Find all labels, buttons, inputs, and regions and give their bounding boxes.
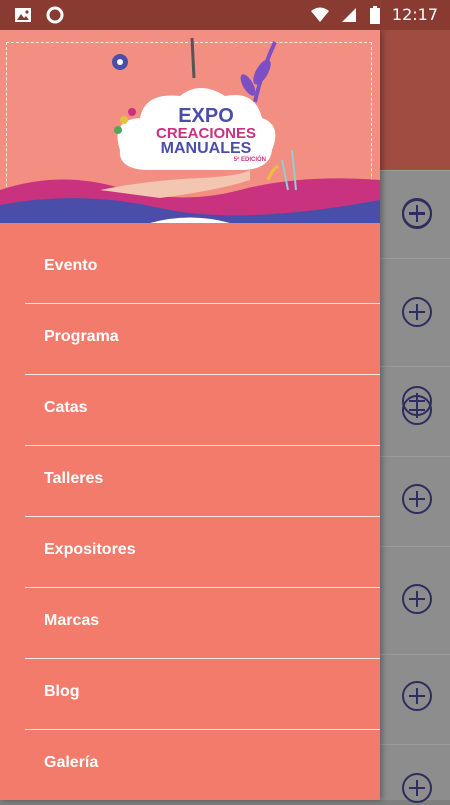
add-icon[interactable] [402,297,432,327]
menu-item-label: Galería [44,754,99,771]
menu-item-label: Talleres [44,470,104,487]
add-icon[interactable] [402,198,432,228]
menu-item-label: Programa [44,328,119,345]
menu-item-galeria[interactable]: Galería [0,730,380,801]
battery-icon [369,5,380,24]
menu-item-label: Evento [44,257,98,274]
add-icon[interactable] [402,584,432,614]
logo-manuales: MANUALES [160,140,252,157]
menu-item-blog[interactable]: Blog [0,659,380,730]
menu-item-catas[interactable]: Catas [0,375,380,446]
menu-item-label: Marcas [44,612,100,629]
add-icon[interactable] [402,395,432,425]
menu-item-label: Catas [44,399,88,416]
event-banner: EXPO CREACIONES MANUALES 5ª EDICIÓN [0,30,380,223]
signal-icon [340,6,358,24]
logo-creaciones: CREACIONES [155,125,256,142]
circle-icon [46,6,64,24]
menu-item-label: Blog [44,683,80,700]
menu-item-programa[interactable]: Programa [0,304,380,375]
menu-item-evento[interactable]: Evento [0,233,380,304]
status-bar: 12:17 [0,0,450,30]
image-icon [14,6,32,24]
drawer-menu: Evento Programa Catas Talleres Expositor… [0,233,380,801]
logo-edition: 5ª EDICIÓN [233,157,266,163]
wifi-icon [310,6,329,24]
add-icon[interactable] [402,681,432,711]
menu-item-marcas[interactable]: Marcas [0,588,380,659]
menu-item-label: Expositores [44,541,136,558]
add-icon[interactable] [402,773,432,803]
add-icon[interactable] [402,484,432,514]
navigation-drawer: EXPO CREACIONES MANUALES 5ª EDICIÓN Even… [0,30,380,800]
menu-item-talleres[interactable]: Talleres [0,446,380,517]
status-time: 12:17 [391,5,438,24]
menu-item-expositores[interactable]: Expositores [0,517,380,588]
logo-expo: EXPO [178,105,234,127]
